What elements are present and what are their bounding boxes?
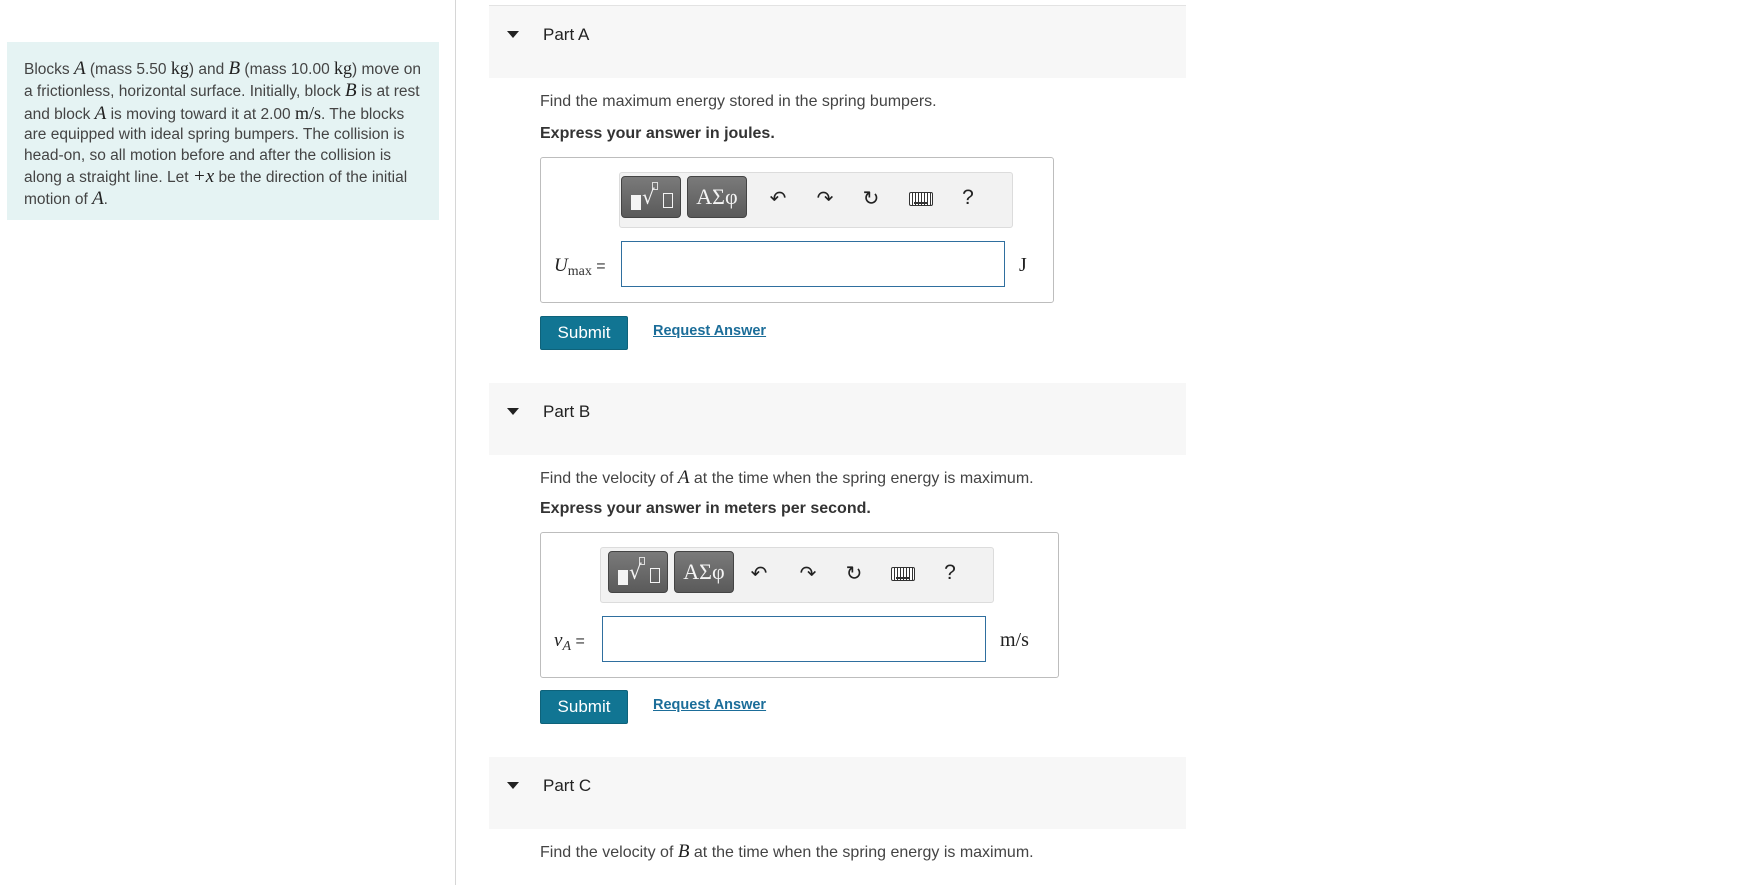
undo-icon[interactable]: ↶ xyxy=(765,185,791,211)
template-block-icon xyxy=(631,195,641,210)
problem-text: (mass 5.50 xyxy=(85,61,171,78)
help-icon[interactable]: ? xyxy=(937,560,963,586)
template-block-icon xyxy=(618,570,628,585)
part-a-variable-label: Umax = xyxy=(554,255,606,280)
problem-text: is moving toward it at 2.00 xyxy=(106,105,295,123)
part-a-submit-button[interactable]: Submit xyxy=(540,316,628,350)
math-block-a: A xyxy=(677,467,690,488)
help-icon[interactable]: ? xyxy=(955,185,981,211)
math-unit-kg: kg xyxy=(170,58,189,78)
collapse-triangle-icon[interactable] xyxy=(507,782,519,789)
greek-symbols-button[interactable]: ΑΣφ xyxy=(674,551,734,593)
part-b-variable-label: vA = xyxy=(554,630,585,655)
part-b-request-answer-link[interactable]: Request Answer xyxy=(653,697,766,713)
part-b-prompt: Find the velocity of A at the time when … xyxy=(540,467,1034,489)
keyboard-icon[interactable] xyxy=(891,567,915,581)
problem-text: . xyxy=(103,190,108,208)
collapse-triangle-icon[interactable] xyxy=(507,31,519,38)
part-b-header[interactable]: Part B xyxy=(489,383,1186,455)
template-box-icon xyxy=(650,568,660,583)
variable-subscript: A xyxy=(562,639,571,655)
problem-text: ) and xyxy=(188,61,229,78)
part-b-answer-input[interactable] xyxy=(602,616,986,662)
prompt-text: Find the velocity of xyxy=(540,470,678,487)
math-unit-speed: m/s xyxy=(294,102,321,123)
templates-button[interactable]: √ xyxy=(621,176,681,218)
math-block-b: B xyxy=(677,841,690,862)
part-a-request-answer-link[interactable]: Request Answer xyxy=(653,323,766,339)
radical-icon: √ xyxy=(629,560,642,584)
reset-icon[interactable]: ↻ xyxy=(858,185,884,211)
math-toolbar: √ ΑΣφ ↶ ↷ ↻ ? xyxy=(600,547,994,603)
variable-subscript: max xyxy=(567,264,592,280)
part-a-answer-box: √ ΑΣφ ↶ ↷ ↻ ? Umax = J xyxy=(540,157,1054,303)
redo-icon[interactable]: ↷ xyxy=(795,560,821,586)
redo-icon[interactable]: ↷ xyxy=(812,185,838,211)
part-b-answer-box: √ ΑΣφ ↶ ↷ ↻ ? vA = m/s xyxy=(540,532,1059,678)
part-a-header[interactable]: Part A xyxy=(489,6,1186,78)
math-block-b: B xyxy=(228,58,241,79)
collapse-triangle-icon[interactable] xyxy=(507,408,519,415)
part-a-instruction: Express your answer in joules. xyxy=(540,125,775,142)
part-b-submit-button[interactable]: Submit xyxy=(540,690,628,724)
column-divider xyxy=(455,0,456,885)
math-block-a: A xyxy=(94,102,107,124)
prompt-text: at the time when the spring energy is ma… xyxy=(689,470,1034,487)
problem-text: Blocks xyxy=(24,61,74,78)
prompt-text: Find the velocity of xyxy=(540,844,678,861)
part-a-prompt: Find the maximum energy stored in the sp… xyxy=(540,93,937,110)
template-box-icon xyxy=(663,193,673,208)
part-a-answer-input[interactable] xyxy=(621,241,1005,287)
part-c-prompt: Find the velocity of B at the time when … xyxy=(540,841,1034,863)
problem-text: (mass 10.00 xyxy=(240,61,335,78)
math-toolbar: √ ΑΣφ ↶ ↷ ↻ ? xyxy=(619,172,1013,228)
part-a-title: Part A xyxy=(543,25,590,44)
greek-symbols-button[interactable]: ΑΣφ xyxy=(687,176,747,218)
math-block-a: A xyxy=(73,58,86,79)
part-a-unit: J xyxy=(1019,254,1027,276)
equals-sign: = xyxy=(591,258,606,275)
problem-statement: Blocks A (mass 5.50 kg) and B (mass 10.0… xyxy=(7,42,439,220)
reset-icon[interactable]: ↻ xyxy=(841,560,867,586)
variable-symbol: U xyxy=(554,255,568,276)
part-b-title: Part B xyxy=(543,402,591,421)
radical-icon: √ xyxy=(642,185,655,209)
undo-icon[interactable]: ↶ xyxy=(746,560,772,586)
part-b-instruction: Express your answer in meters per second… xyxy=(540,500,871,517)
math-block-a: A xyxy=(92,187,104,209)
equals-sign: = xyxy=(571,633,585,650)
part-c-header[interactable]: Part C xyxy=(489,757,1186,829)
prompt-text: at the time when the spring energy is ma… xyxy=(689,844,1034,861)
math-unit-kg: kg xyxy=(334,58,353,78)
math-direction: +x xyxy=(192,165,215,187)
math-block-b: B xyxy=(345,79,357,101)
part-b-unit: m/s xyxy=(1000,629,1029,651)
templates-button[interactable]: √ xyxy=(608,551,668,593)
keyboard-icon[interactable] xyxy=(909,192,933,206)
part-c-title: Part C xyxy=(543,776,592,795)
